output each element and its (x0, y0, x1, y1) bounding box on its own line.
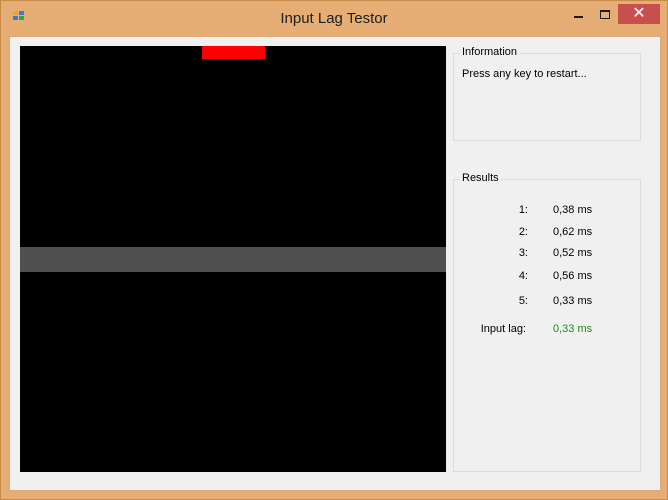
minimize-button[interactable] (566, 4, 592, 26)
maximize-icon (600, 10, 610, 19)
minimize-icon (574, 16, 583, 18)
red-marker (202, 46, 265, 59)
result-label: 1: (518, 204, 528, 216)
result-value: 0,38 ms (553, 204, 593, 216)
input-lag-label: Input lag: (480, 323, 526, 335)
result-value: 0,62 ms (553, 226, 593, 238)
result-value: 0,33 ms (553, 295, 593, 307)
title-bar[interactable]: Input Lag Testor ✕ (1, 1, 667, 35)
information-legend: Information (460, 46, 520, 58)
result-label: 3: (518, 247, 528, 259)
input-lag-value: 0,33 ms (553, 323, 593, 335)
information-message: Press any key to restart... (462, 68, 587, 80)
result-value: 0,56 ms (553, 270, 593, 282)
result-value: 0,52 ms (553, 247, 593, 259)
result-label: 4: (518, 270, 528, 282)
results-legend: Results (460, 172, 501, 184)
close-button[interactable]: ✕ (618, 4, 660, 24)
maximize-button[interactable] (592, 4, 618, 26)
information-groupbox: Information Press any key to restart... (453, 46, 641, 141)
app-window: Input Lag Testor ✕ Information Press any… (0, 0, 668, 500)
result-label: 2: (518, 226, 528, 238)
close-icon: ✕ (632, 5, 646, 22)
test-canvas[interactable] (20, 46, 446, 472)
gray-band (20, 247, 446, 272)
result-label: 5: (518, 295, 528, 307)
client-area: Information Press any key to restart... … (9, 36, 661, 491)
results-groupbox: Results 1: 0,38 ms 2: 0,62 ms 3: 0,52 ms… (453, 172, 641, 472)
